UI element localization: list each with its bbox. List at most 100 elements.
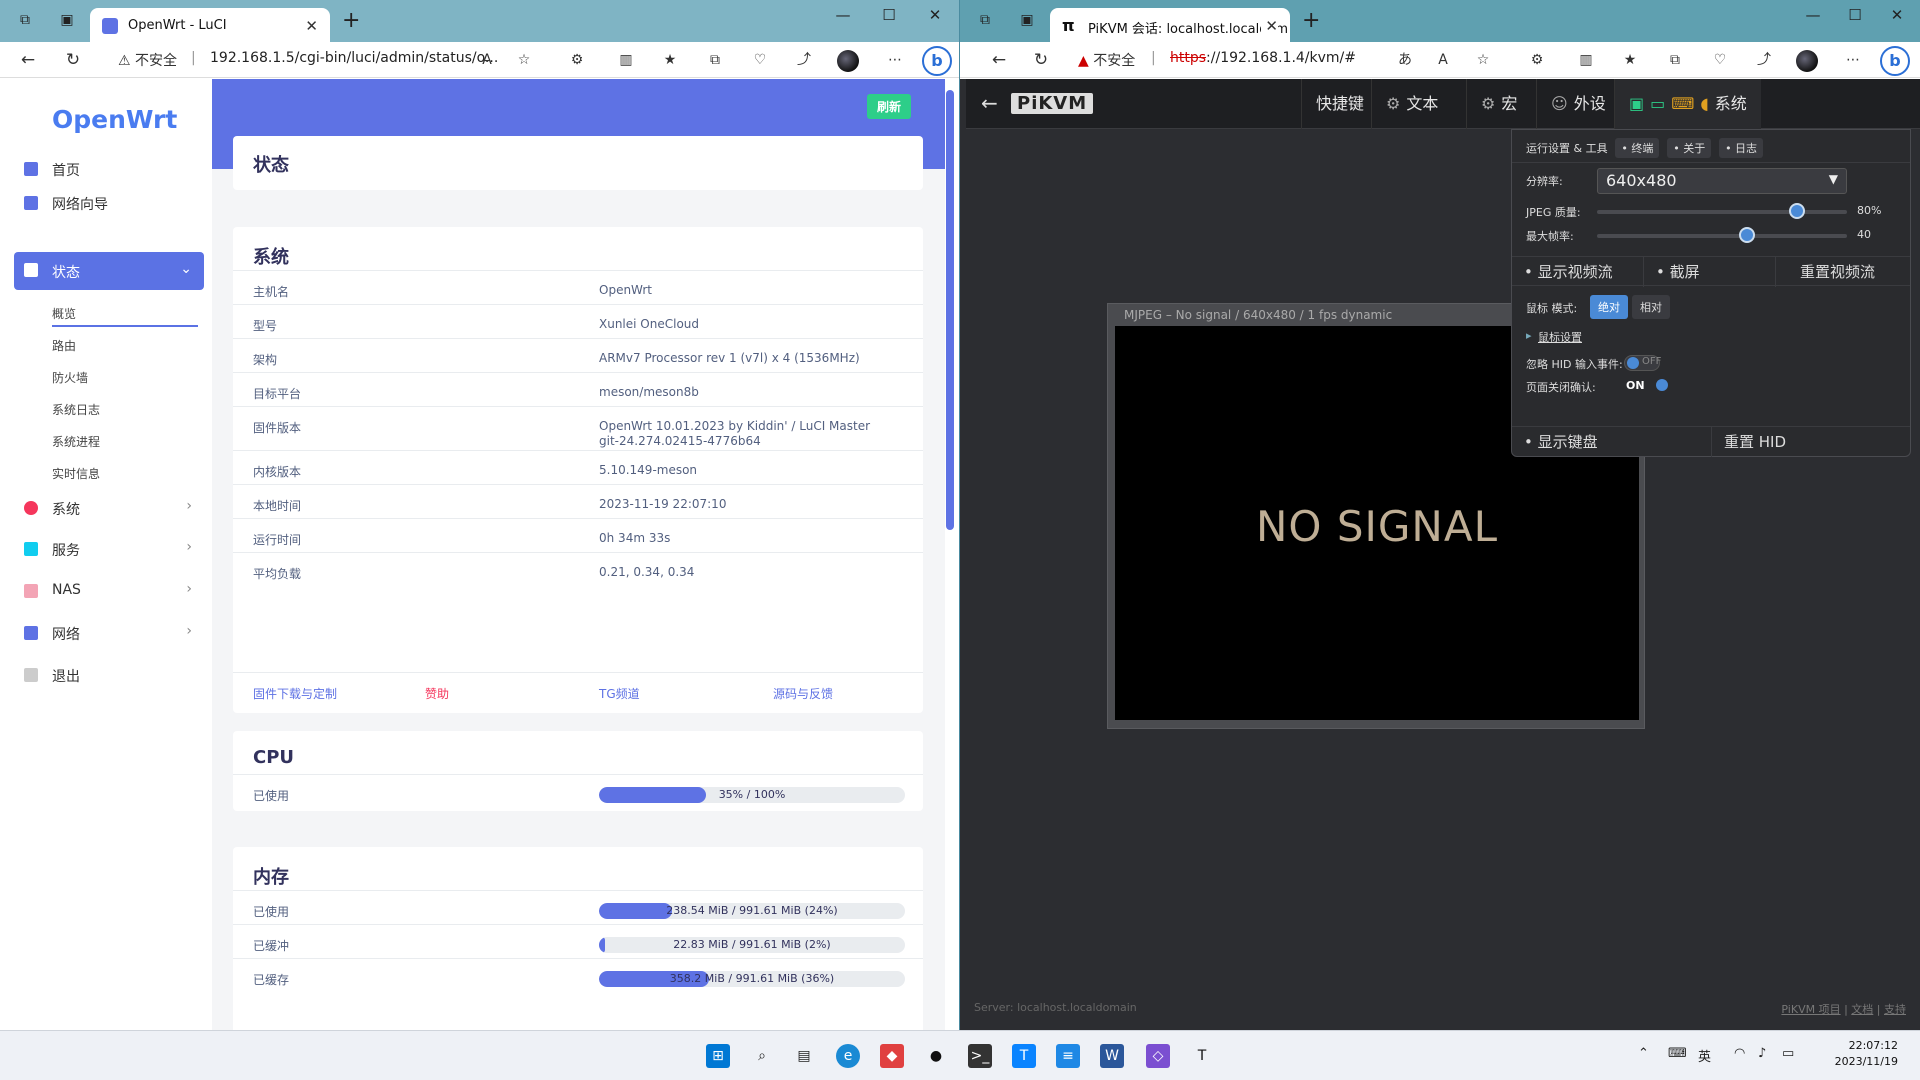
ime-label[interactable]: 英 bbox=[1698, 1046, 1711, 1065]
extensions-icon[interactable]: ⚙ bbox=[568, 51, 586, 69]
menu-peripherals[interactable]: ☺ 外设 bbox=[1536, 79, 1620, 129]
url-field[interactable]: https://192.168.1.4/kvm/# bbox=[1170, 50, 1356, 66]
mouse-relative-button[interactable]: 相对 bbox=[1632, 295, 1670, 319]
security-warning[interactable]: ▲ 不安全 bbox=[1078, 50, 1135, 70]
tab-actions-icon[interactable]: ▣ bbox=[1018, 11, 1036, 29]
clock[interactable]: 22:07:12 2023/11/19 bbox=[1835, 1038, 1898, 1070]
favorites-icon[interactable]: ★ bbox=[1621, 51, 1639, 69]
menu-text[interactable]: ⚙ 文本 bbox=[1371, 79, 1452, 129]
menu-system[interactable]: ▣ ▭ ⌨ ◖ 系统 bbox=[1614, 79, 1761, 129]
subnav-syslog[interactable]: 系统日志 bbox=[52, 401, 100, 418]
browser-tab[interactable]: π PiKVM 会话: localhost.localdom ✕ bbox=[1050, 8, 1290, 42]
wifi-icon[interactable]: ◠ bbox=[1734, 1046, 1745, 1061]
terminal-link[interactable]: • 终端 bbox=[1615, 138, 1660, 158]
profile-avatar[interactable] bbox=[1796, 50, 1818, 72]
terminal-icon[interactable]: >_ bbox=[968, 1044, 992, 1068]
show-stream-button[interactable]: • 显示视频流 bbox=[1512, 257, 1644, 287]
more-icon[interactable]: ⋯ bbox=[1844, 51, 1862, 69]
read-aloud-icon[interactable]: A bbox=[1434, 51, 1452, 69]
mouse-settings-link[interactable]: 鼠标设置 bbox=[1538, 329, 1582, 345]
reset-hid-button[interactable]: 重置 HID bbox=[1712, 427, 1912, 457]
tray-chevron-icon[interactable]: ⌃ bbox=[1638, 1046, 1649, 1061]
share-icon[interactable]: ⤴ bbox=[1755, 51, 1773, 69]
download-link[interactable]: 固件下载与定制 bbox=[253, 685, 337, 702]
new-tab-icon[interactable]: + bbox=[342, 8, 360, 33]
show-keyboard-button[interactable]: • 显示键盘 bbox=[1512, 427, 1712, 457]
tg-link[interactable]: TG频道 bbox=[599, 685, 640, 702]
notepad-icon[interactable]: ≡ bbox=[1056, 1044, 1080, 1068]
jpeg-slider[interactable] bbox=[1597, 203, 1847, 219]
qq-icon[interactable]: ● bbox=[924, 1044, 948, 1068]
subnav-firewall[interactable]: 防火墙 bbox=[52, 369, 88, 386]
start-icon[interactable]: ⊞ bbox=[706, 1044, 730, 1068]
more-icon[interactable]: ⋯ bbox=[886, 51, 904, 69]
keyboard-icon[interactable]: ⌨ bbox=[1668, 1046, 1687, 1061]
subnav-routes[interactable]: 路由 bbox=[52, 337, 76, 354]
support-link[interactable]: 支持 bbox=[1884, 1003, 1906, 1016]
refresh-icon[interactable]: ↻ bbox=[62, 50, 84, 70]
ignore-hid-toggle[interactable]: OFF bbox=[1624, 355, 1661, 371]
new-tab-icon[interactable]: + bbox=[1302, 8, 1320, 33]
pikvm-project-link[interactable]: PiKVM 项目 bbox=[1781, 1003, 1840, 1016]
split-screen-icon[interactable]: ▥ bbox=[617, 51, 635, 69]
close-tab-icon[interactable]: ✕ bbox=[1261, 17, 1278, 35]
browser-tab[interactable]: OpenWrt - LuCI ✕ bbox=[90, 8, 330, 42]
translate-icon[interactable]: あ bbox=[1396, 51, 1414, 69]
slider-handle[interactable] bbox=[1789, 203, 1805, 219]
nav-system[interactable]: 系统 › bbox=[14, 492, 204, 526]
nav-status[interactable]: 状态 ⌄ bbox=[14, 252, 204, 290]
nav-nas[interactable]: NAS › bbox=[14, 575, 204, 609]
nav-services[interactable]: 服务 › bbox=[14, 533, 204, 567]
back-icon[interactable]: ← bbox=[988, 50, 1010, 70]
menu-shortcuts[interactable]: 快捷键 bbox=[1301, 79, 1378, 129]
collections-icon[interactable]: ⧉ bbox=[1666, 51, 1684, 69]
favorites-icon[interactable]: ★ bbox=[661, 51, 679, 69]
workspaces-icon[interactable]: ⧉ bbox=[976, 11, 994, 29]
battery-icon[interactable]: ▭ bbox=[1782, 1046, 1794, 1061]
minimize-icon[interactable]: — bbox=[1798, 6, 1828, 24]
visual-studio-icon[interactable]: ◇ bbox=[1146, 1044, 1170, 1068]
subnav-realtime[interactable]: 实时信息 bbox=[52, 465, 100, 482]
maximize-icon[interactable]: ☐ bbox=[1840, 6, 1870, 24]
split-screen-icon[interactable]: ▥ bbox=[1577, 51, 1595, 69]
tab-actions-icon[interactable]: ▣ bbox=[58, 11, 76, 29]
back-arrow-icon[interactable]: ← bbox=[981, 91, 998, 115]
browser-essentials-icon[interactable]: ♡ bbox=[1711, 51, 1729, 69]
minimize-icon[interactable]: — bbox=[828, 6, 858, 24]
close-window-icon[interactable]: ✕ bbox=[1882, 6, 1912, 24]
url-field[interactable]: 192.168.1.5/cgi-bin/luci/admin/status/o.… bbox=[210, 50, 498, 66]
docs-link[interactable]: 文档 bbox=[1851, 1003, 1873, 1016]
profile-avatar[interactable] bbox=[837, 50, 859, 72]
screenshot-button[interactable]: • 截屏 bbox=[1644, 257, 1776, 287]
typora-icon[interactable]: T bbox=[1190, 1044, 1214, 1068]
sponsor-link[interactable]: 赞助 bbox=[425, 685, 449, 702]
copilot-icon[interactable]: b bbox=[1880, 46, 1910, 76]
app-icon[interactable]: ◆ bbox=[880, 1044, 904, 1068]
fps-slider[interactable] bbox=[1597, 227, 1847, 243]
refresh-button[interactable]: 刷新 bbox=[866, 94, 911, 119]
task-view-icon[interactable]: ▤ bbox=[792, 1044, 816, 1068]
back-icon[interactable]: ← bbox=[17, 50, 39, 70]
menu-macro[interactable]: ⚙ 宏 bbox=[1466, 79, 1531, 129]
nav-wizard[interactable]: 网络向导 bbox=[14, 187, 204, 221]
source-link[interactable]: 源码与反馈 bbox=[773, 685, 833, 702]
share-icon[interactable]: ⤴ bbox=[795, 51, 813, 69]
about-link[interactable]: • 关于 bbox=[1667, 138, 1712, 158]
close-window-icon[interactable]: ✕ bbox=[920, 6, 950, 24]
nav-logout[interactable]: 退出 bbox=[14, 659, 204, 693]
search-icon[interactable]: ⌕ bbox=[750, 1044, 774, 1068]
volume-icon[interactable]: ♪ bbox=[1758, 1046, 1766, 1061]
read-aloud-icon[interactable]: A bbox=[478, 51, 496, 69]
close-tab-icon[interactable]: ✕ bbox=[305, 17, 318, 35]
resolution-select[interactable]: 640x480 ▼ bbox=[1597, 168, 1847, 194]
copilot-icon[interactable]: b bbox=[922, 46, 952, 76]
slider-handle[interactable] bbox=[1739, 227, 1755, 243]
log-link[interactable]: • 日志 bbox=[1719, 138, 1764, 158]
maximize-icon[interactable]: ☐ bbox=[874, 6, 904, 24]
subnav-processes[interactable]: 系统进程 bbox=[52, 433, 100, 450]
favorite-icon[interactable]: ☆ bbox=[515, 51, 533, 69]
nav-network[interactable]: 网络 › bbox=[14, 617, 204, 651]
page-close-toggle[interactable]: ON bbox=[1624, 378, 1668, 394]
favorite-icon[interactable]: ☆ bbox=[1474, 51, 1492, 69]
mouse-absolute-button[interactable]: 绝对 bbox=[1590, 295, 1628, 319]
